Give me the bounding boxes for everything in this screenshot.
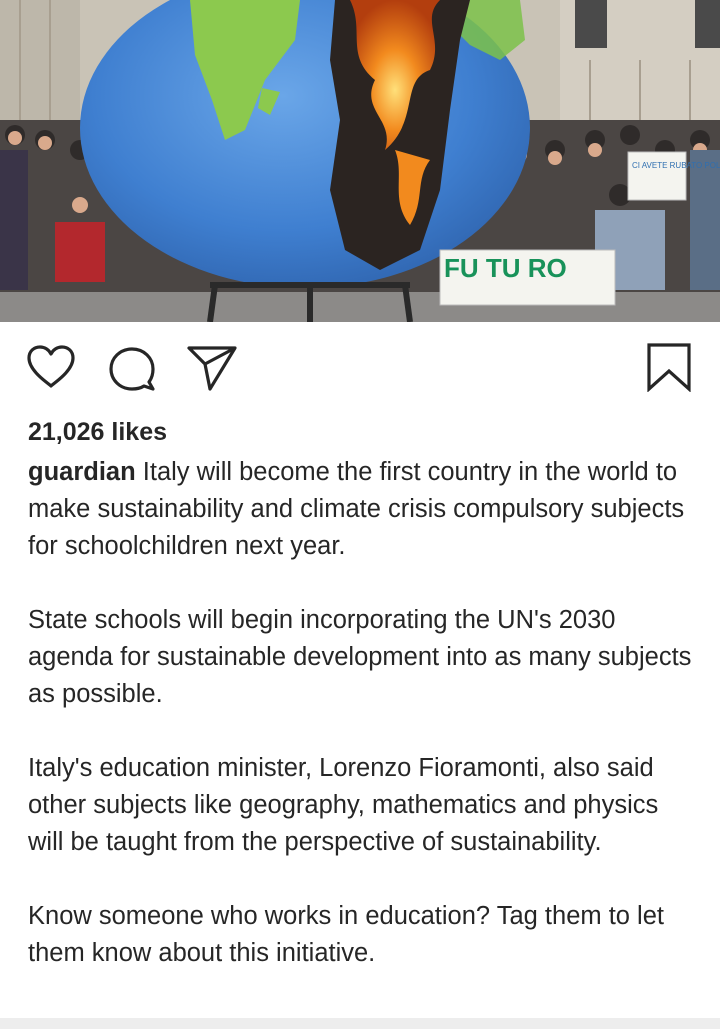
post-photo[interactable]: FU TU RO CI AVETE RUBATO POLMONI — [0, 0, 720, 322]
caption-paragraph: guardian Italy will become the first cou… — [28, 454, 698, 565]
bottom-divider — [0, 1018, 720, 1029]
protest-sign-polmoni: CI AVETE RUBATO POLMONI — [632, 161, 720, 170]
heart-icon[interactable] — [26, 345, 76, 394]
caption-paragraph: Italy's education minister, Lorenzo Fior… — [28, 754, 659, 856]
photo-illustration: FU TU RO CI AVETE RUBATO POLMONI — [0, 0, 720, 322]
comment-icon[interactable] — [108, 346, 156, 397]
username-link[interactable]: guardian — [28, 458, 136, 486]
caption-paragraph: Know someone who works in education? Tag… — [28, 902, 664, 967]
post-caption: guardian Italy will become the first cou… — [28, 454, 698, 1009]
protest-sign-futuro: FU TU RO — [444, 253, 567, 283]
likes-count[interactable]: 21,026 likes — [28, 418, 167, 447]
post-action-bar — [0, 322, 720, 412]
caption-paragraph: State schools will begin incorporating t… — [28, 606, 692, 708]
share-icon[interactable] — [186, 345, 238, 396]
bookmark-icon[interactable] — [646, 342, 692, 397]
